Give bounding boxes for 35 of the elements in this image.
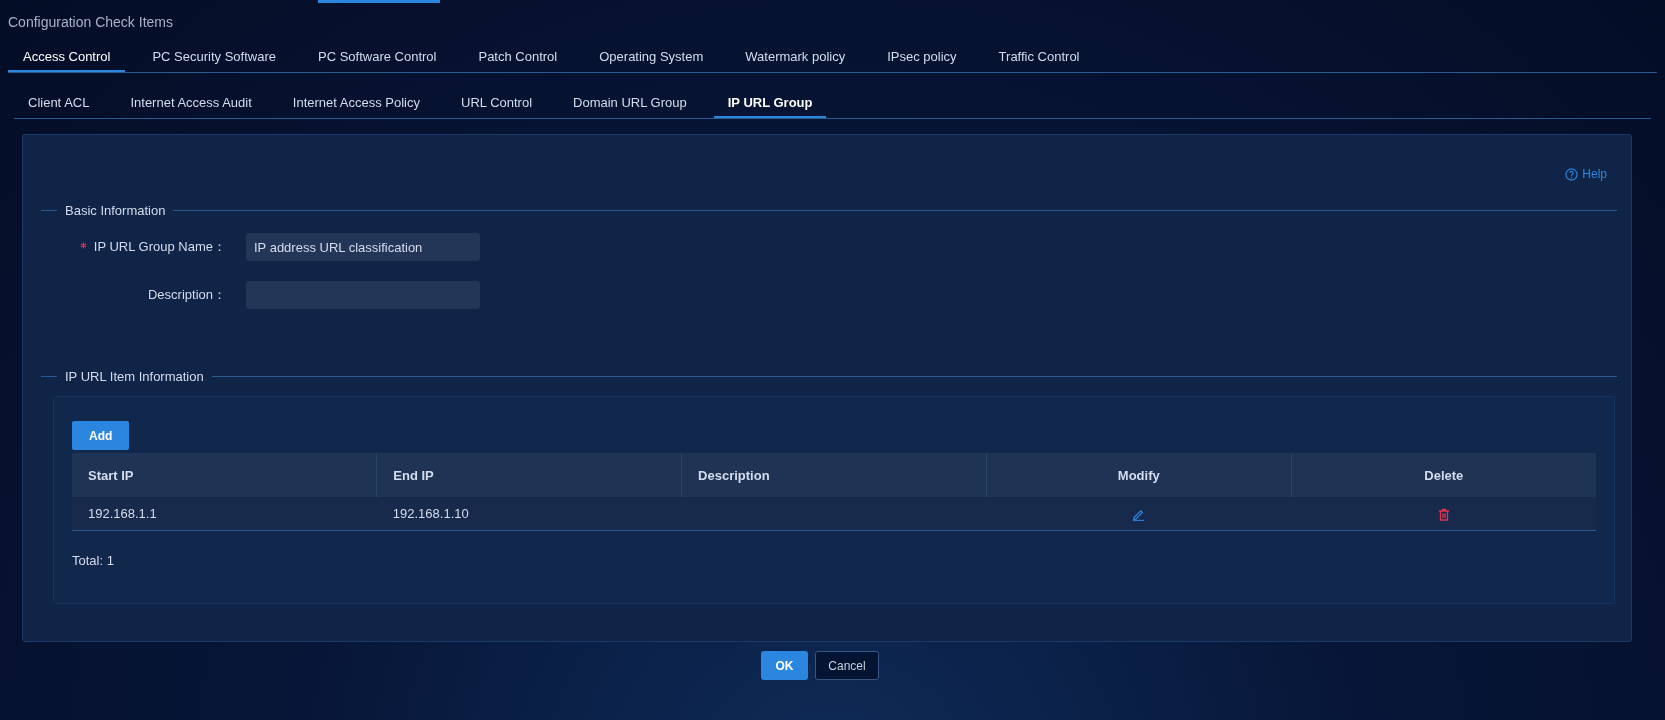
sub-tab[interactable]: Domain URL Group bbox=[559, 88, 701, 118]
add-button[interactable]: Add bbox=[72, 421, 130, 450]
help-link[interactable]: Help bbox=[1563, 165, 1609, 183]
table-cell: 192.168.1.10 bbox=[376, 497, 682, 531]
tab[interactable]: Patch Control bbox=[463, 42, 573, 72]
sub-tab[interactable]: Client ACL bbox=[14, 88, 104, 118]
tab[interactable]: Access Control bbox=[8, 42, 126, 72]
section-title: Basic Information bbox=[65, 203, 166, 218]
sub-tab[interactable]: Internet Access Policy bbox=[278, 88, 434, 118]
ok-button[interactable]: OK bbox=[761, 651, 808, 680]
table-cell: 192.168.1.1 bbox=[72, 497, 377, 531]
input-field[interactable]: IP address URL classification bbox=[246, 233, 480, 261]
column-header: Description bbox=[681, 453, 987, 497]
page-title: Configuration Check Items bbox=[8, 14, 173, 30]
section-title: IP URL Item Information bbox=[65, 369, 204, 384]
column-header: Delete bbox=[1291, 453, 1596, 497]
column-header: Modify bbox=[986, 453, 1292, 497]
sub-tab[interactable]: URL Control bbox=[447, 88, 547, 118]
tab[interactable]: IPsec policy bbox=[872, 42, 972, 72]
cancel-button[interactable]: Cancel bbox=[815, 651, 879, 680]
help-icon bbox=[1565, 167, 1579, 181]
field-label: IP URL Group Name： bbox=[93, 239, 226, 254]
edit-icon[interactable] bbox=[1132, 508, 1146, 522]
column-header: Start IP bbox=[72, 453, 377, 497]
tab[interactable]: Operating System bbox=[584, 42, 719, 72]
trash-icon[interactable] bbox=[1437, 508, 1450, 522]
tab[interactable]: PC Security Software bbox=[137, 42, 291, 72]
column-header: End IP bbox=[376, 453, 682, 497]
tab[interactable]: PC Software Control bbox=[302, 42, 452, 72]
tab[interactable]: Traffic Control bbox=[983, 42, 1095, 72]
sub-tab[interactable]: Internet Access Audit bbox=[116, 88, 266, 118]
total-count: Total: 1 bbox=[72, 553, 115, 568]
sub-tab[interactable]: IP URL Group bbox=[713, 88, 827, 118]
tab[interactable]: Watermark policy bbox=[730, 42, 861, 72]
field-label: Description： bbox=[147, 287, 226, 302]
